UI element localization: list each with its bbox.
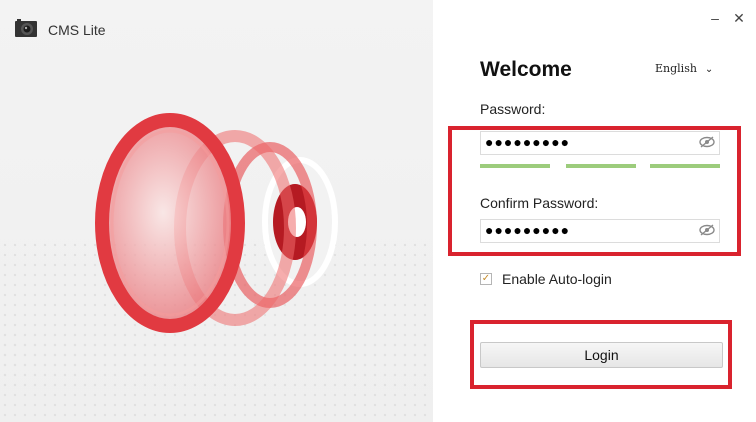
speaker-logo-art <box>95 113 338 333</box>
login-panel: – ✕ Welcome English ⌄ Password: ●●●●●●●●●… <box>433 0 756 422</box>
close-button[interactable]: ✕ <box>731 10 747 26</box>
highlight-box-passwords <box>448 126 741 256</box>
password-label: Password: <box>480 101 546 117</box>
language-select[interactable]: English ⌄ <box>655 62 713 75</box>
auto-login-checkbox[interactable]: ✓ <box>480 273 492 285</box>
welcome-heading: Welcome <box>480 58 572 81</box>
brand-panel: CMS Lite <box>0 0 433 422</box>
chevron-down-icon: ⌄ <box>704 64 714 75</box>
language-value: English <box>655 62 697 75</box>
camera-icon <box>15 19 37 37</box>
app-title: CMS Lite <box>48 22 106 38</box>
auto-login-label: Enable Auto-login <box>502 271 612 287</box>
highlight-box-login <box>470 320 732 389</box>
minimize-button[interactable]: – <box>707 10 723 26</box>
